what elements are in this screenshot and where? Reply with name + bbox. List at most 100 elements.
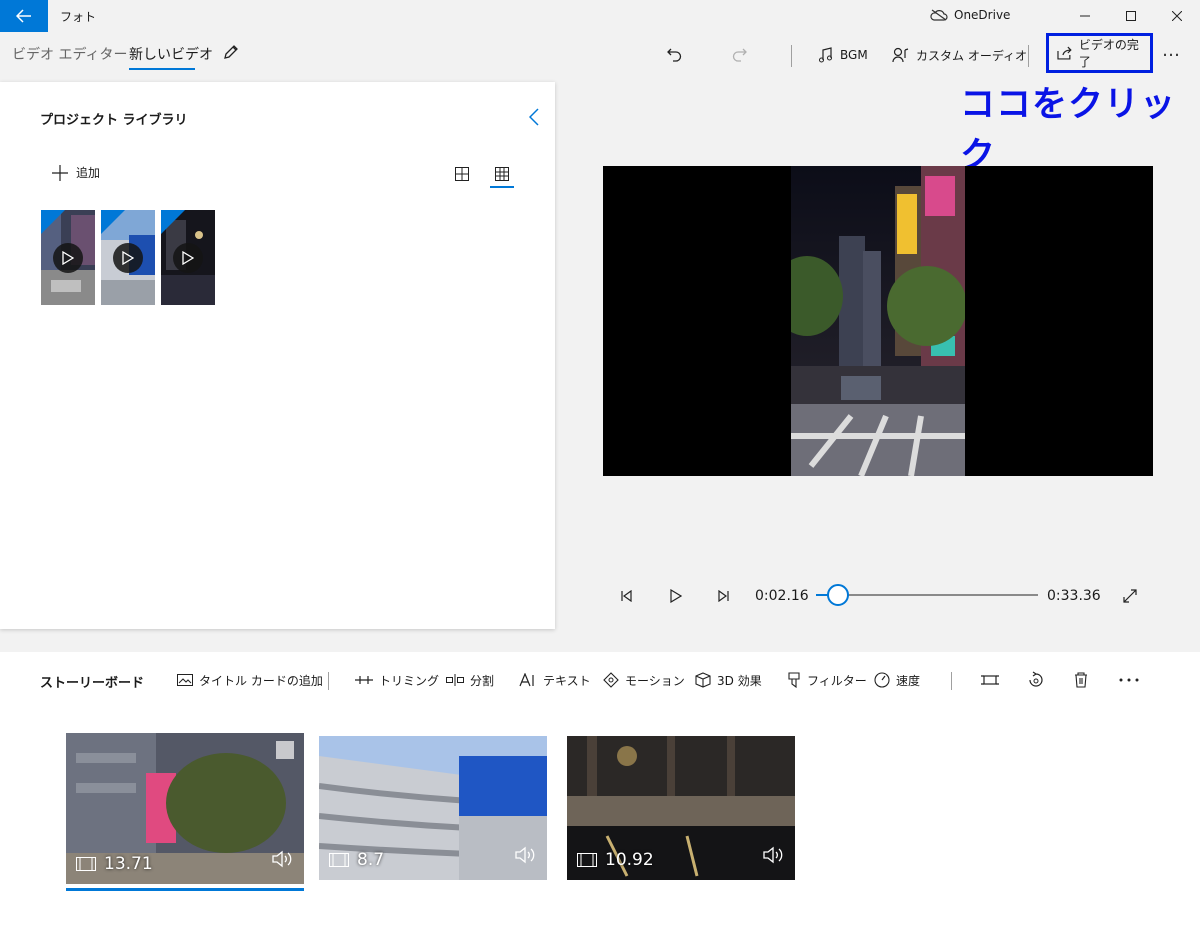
finish-video-label: ビデオの完了	[1078, 38, 1139, 69]
toolbar-divider	[791, 45, 792, 67]
app-title: フォト	[60, 10, 97, 24]
storyboard-more-button[interactable]	[1118, 669, 1140, 691]
next-frame-button[interactable]	[711, 584, 735, 608]
collapse-library-button[interactable]	[524, 106, 544, 128]
fullscreen-button[interactable]	[1118, 584, 1142, 608]
command-bar: ビデオ エディター › 新しいビデオ BGM カスタム オーディオ	[0, 32, 1200, 80]
custom-audio-button[interactable]: カスタム オーディオ	[892, 40, 1027, 70]
pencil-icon	[224, 45, 238, 59]
clip-volume-button[interactable]	[272, 850, 294, 872]
bgm-button[interactable]: BGM	[818, 40, 868, 70]
selection-corner	[41, 210, 65, 234]
storyboard-clip[interactable]: 10.92	[567, 736, 795, 880]
clip-volume-button[interactable]	[763, 846, 785, 868]
close-icon	[1172, 11, 1182, 21]
onedrive-button[interactable]: OneDrive	[930, 8, 1010, 22]
selection-corner	[101, 210, 125, 234]
text-label: テキスト	[543, 673, 591, 688]
film-icon	[76, 857, 96, 871]
play-icon	[670, 589, 682, 603]
maximize-button[interactable]	[1108, 0, 1154, 32]
split-button[interactable]: 分割	[446, 670, 494, 690]
speaker-icon	[272, 850, 292, 868]
speed-label: 速度	[896, 673, 921, 688]
clip-checkbox[interactable]	[276, 741, 294, 759]
custom-audio-label: カスタム オーディオ	[916, 48, 1027, 63]
library-title: プロジェクト ライブラリ	[40, 113, 188, 128]
back-arrow-icon	[16, 9, 31, 23]
preview-frame	[791, 166, 965, 476]
title-bar: フォト OneDrive	[0, 0, 1200, 32]
grid-small-icon	[495, 167, 509, 181]
rotate-button[interactable]	[1025, 669, 1047, 691]
add-title-card-button[interactable]: タイトル カードの追加	[177, 670, 323, 690]
trim-label: トリミング	[379, 673, 440, 688]
3d-effects-button[interactable]: 3D 効果	[695, 670, 762, 690]
onedrive-label: OneDrive	[954, 8, 1011, 22]
bgm-label: BGM	[840, 48, 868, 62]
play-overlay	[113, 243, 143, 273]
grid-large-icon	[455, 167, 469, 181]
play-overlay	[173, 243, 203, 273]
speaker-icon	[763, 846, 783, 864]
preview-image	[791, 166, 965, 476]
clip-duration: 10.92	[577, 850, 654, 870]
redo-button[interactable]	[724, 40, 756, 70]
more-dots-icon	[1119, 678, 1139, 682]
speed-button[interactable]: 速度	[874, 670, 920, 690]
library-item[interactable]	[41, 210, 95, 305]
clip-duration: 8.7	[329, 850, 384, 870]
remove-black-bars-button[interactable]	[979, 669, 1001, 691]
video-preview[interactable]	[603, 166, 1153, 476]
motion-button[interactable]: モーション	[603, 670, 685, 690]
motion-label: モーション	[625, 673, 685, 688]
expand-icon	[1123, 589, 1137, 603]
motion-icon	[603, 672, 619, 688]
small-grid-view-button[interactable]	[490, 162, 514, 186]
close-button[interactable]	[1154, 0, 1200, 32]
minimize-button[interactable]	[1062, 0, 1108, 32]
delete-button[interactable]	[1070, 669, 1092, 691]
play-button[interactable]	[664, 584, 688, 608]
undo-button[interactable]	[658, 40, 690, 70]
text-icon	[519, 673, 534, 687]
film-icon	[577, 853, 597, 867]
filter-icon	[788, 672, 800, 688]
add-title-card-label: タイトル カードの追加	[199, 673, 323, 688]
seek-bar[interactable]	[816, 594, 1038, 596]
add-media-button[interactable]: 追加	[52, 164, 100, 181]
finish-video-button[interactable]: ビデオの完了	[1046, 33, 1153, 73]
large-grid-view-button[interactable]	[450, 162, 474, 186]
clip-duration-value: 13.71	[104, 854, 153, 874]
toolbar-divider	[1028, 45, 1029, 67]
breadcrumb-underline	[129, 68, 195, 70]
more-options-button[interactable]: …	[1162, 40, 1181, 61]
library-item[interactable]	[101, 210, 155, 305]
clip-volume-button[interactable]	[515, 846, 537, 868]
clip-selected-indicator	[66, 888, 304, 891]
filters-label: フィルター	[807, 673, 867, 688]
rename-button[interactable]	[221, 42, 241, 62]
text-button[interactable]: テキスト	[519, 670, 591, 690]
play-icon	[182, 251, 194, 265]
toolbar-divider	[328, 672, 329, 690]
library-item[interactable]	[161, 210, 215, 305]
rotate-icon	[1029, 671, 1043, 687]
seek-thumb[interactable]	[827, 584, 849, 606]
previous-frame-icon	[621, 590, 632, 602]
selection-corner	[161, 210, 185, 234]
music-note-icon	[819, 47, 832, 63]
storyboard-clip[interactable]: 8.7	[319, 736, 547, 880]
redo-icon	[732, 48, 747, 62]
previous-frame-button[interactable]	[615, 584, 639, 608]
current-time: 0:02.16	[755, 588, 809, 604]
storyboard-clip[interactable]: 13.71	[66, 733, 304, 884]
trash-icon	[1075, 672, 1087, 688]
trim-button[interactable]: トリミング	[355, 670, 439, 690]
storyboard-title: ストーリーボード	[40, 676, 145, 691]
clip-duration: 13.71	[76, 854, 153, 874]
filters-button[interactable]: フィルター	[787, 670, 867, 690]
click-here-annotation: ココをクリック	[960, 85, 1177, 176]
share-icon	[1057, 46, 1072, 60]
back-button[interactable]	[0, 0, 48, 32]
